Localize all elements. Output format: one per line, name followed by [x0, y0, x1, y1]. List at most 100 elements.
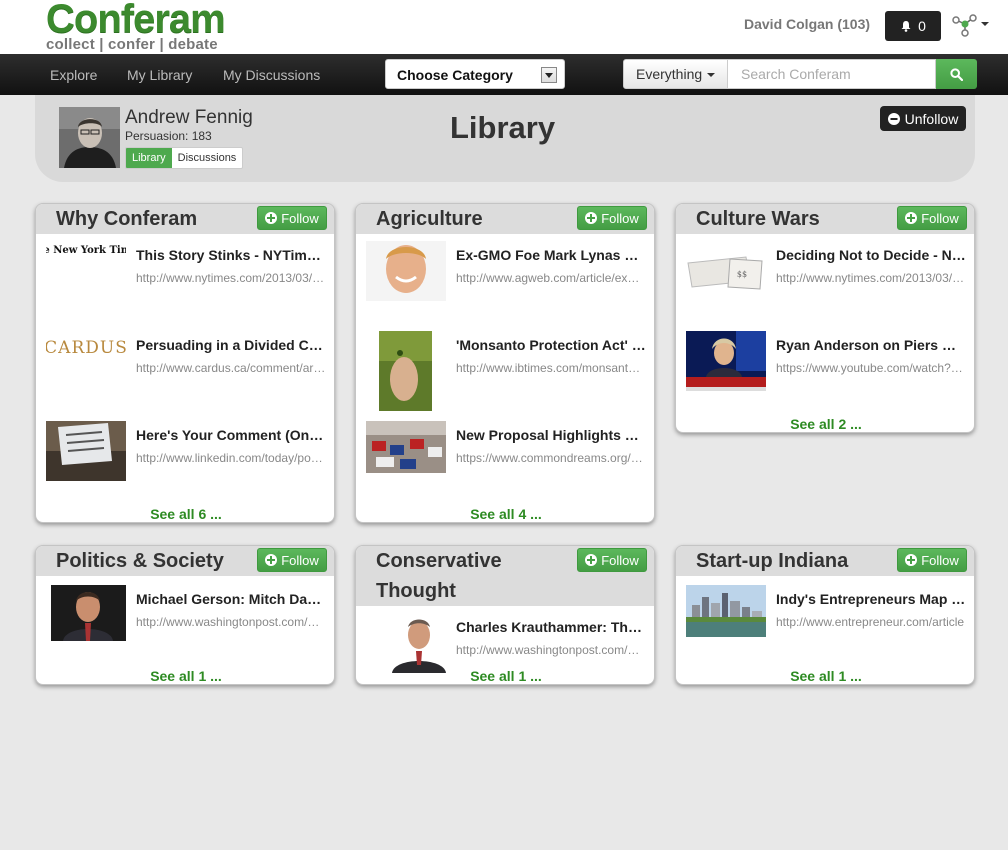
- see-all-link[interactable]: See all 2 ...: [676, 416, 974, 432]
- list-item[interactable]: Indy's Entrepreneurs Map the City http:/…: [686, 585, 966, 645]
- tab-discussions[interactable]: Discussions: [171, 148, 243, 168]
- follow-button[interactable]: Follow: [577, 548, 647, 572]
- main-nav: Explore My Library My Discussions Choose…: [0, 54, 1008, 95]
- thumbnail-image: [386, 613, 451, 673]
- card-title[interactable]: Conservative Thought: [376, 546, 574, 606]
- network-menu-icon[interactable]: [950, 12, 990, 38]
- thumbnail-image: [46, 421, 126, 481]
- see-all-link[interactable]: See all 1 ...: [36, 668, 334, 684]
- list-item[interactable]: CARDUS Persuading in a Divided Culture h…: [46, 331, 326, 391]
- list-item[interactable]: New Proposal Highlights Food Safety http…: [366, 421, 646, 481]
- follow-button[interactable]: Follow: [257, 548, 327, 572]
- category-card-culture-wars: Culture Wars Follow $$ Deciding Not to D…: [675, 203, 975, 433]
- item-url[interactable]: http://www.cardus.ca/comment/article: [136, 361, 326, 375]
- item-title[interactable]: Indy's Entrepreneurs Map the City: [776, 591, 966, 607]
- thumbnail-image: [366, 241, 446, 301]
- unfollow-label: Unfollow: [904, 110, 959, 127]
- see-all-link[interactable]: See all 4 ...: [356, 506, 654, 522]
- item-url[interactable]: http://www.nytimes.com/2013/03/27/opinio…: [776, 271, 966, 285]
- card-title[interactable]: Politics & Society: [56, 546, 254, 576]
- plus-circle-icon: [265, 554, 278, 566]
- follow-label: Follow: [281, 552, 319, 568]
- item-url[interactable]: http://www.washingtonpost.com/opinions: [456, 643, 646, 657]
- item-title[interactable]: New Proposal Highlights Food Safety: [456, 427, 646, 443]
- item-title[interactable]: This Story Stinks - NYTimes.com: [136, 247, 326, 263]
- item-title[interactable]: Persuading in a Divided Culture: [136, 337, 326, 353]
- thumbnail-image: [686, 585, 766, 637]
- card-title[interactable]: Start-up Indiana: [696, 546, 894, 576]
- caret-down-icon: [707, 73, 716, 78]
- item-title[interactable]: Deciding Not to Decide - NYTimes.com: [776, 247, 966, 263]
- item-title[interactable]: Ryan Anderson on Piers Morgan: [776, 337, 966, 353]
- item-url[interactable]: https://www.youtube.com/watch?v=example: [776, 361, 966, 375]
- top-header: Conferam collect | confer | debate David…: [0, 0, 1008, 54]
- thumbnail-image: The New York Times: [46, 241, 126, 301]
- item-url[interactable]: http://www.linkedin.com/today/post/artic…: [136, 451, 326, 465]
- card-header: Why Conferam Follow: [36, 204, 334, 234]
- user-name-link[interactable]: David Colgan (103): [744, 16, 870, 32]
- list-item[interactable]: Ryan Anderson on Piers Morgan https://ww…: [686, 331, 966, 391]
- list-item[interactable]: The New York Times This Story Stinks - N…: [46, 241, 326, 301]
- list-item[interactable]: $$ Deciding Not to Decide - NYTimes.com …: [686, 241, 966, 301]
- card-header: Conservative Thought Follow: [356, 546, 654, 606]
- unfollow-button[interactable]: Unfollow: [880, 106, 966, 131]
- item-title[interactable]: Here's Your Comment (On Trial): [136, 427, 326, 443]
- follow-button[interactable]: Follow: [897, 206, 967, 230]
- tab-library[interactable]: Library: [126, 148, 172, 168]
- list-item[interactable]: Here's Your Comment (On Trial) http://ww…: [46, 421, 326, 481]
- thumbnail-image: $$: [686, 241, 766, 301]
- item-url[interactable]: http://www.washingtonpost.com/opinions: [136, 615, 326, 629]
- page-title: Library: [450, 110, 556, 145]
- item-title[interactable]: Michael Gerson: Mitch Daniels on: [136, 591, 326, 607]
- follow-button[interactable]: Follow: [897, 548, 967, 572]
- search-icon: [950, 67, 963, 81]
- search-scope-dropdown[interactable]: Everything: [623, 59, 728, 89]
- nav-my-library[interactable]: My Library: [127, 67, 192, 83]
- persuasion-score: Persuasion: 183: [125, 129, 212, 143]
- bell-icon: [901, 21, 911, 32]
- thumbnail-image: [686, 331, 766, 391]
- card-header: Agriculture Follow: [356, 204, 654, 234]
- item-url[interactable]: http://www.agweb.com/article/ex_gmo_foe: [456, 271, 646, 285]
- item-title[interactable]: 'Monsanto Protection Act' Explained: [456, 337, 646, 353]
- item-url[interactable]: http://www.nytimes.com/2013/03/03/opinio…: [136, 271, 326, 285]
- search-button[interactable]: [936, 59, 977, 89]
- cardus-logo-text: CARDUS: [46, 338, 126, 358]
- category-card-why-conferam: Why Conferam Follow The New York Times T…: [35, 203, 335, 523]
- notifications-button[interactable]: 0: [885, 11, 941, 41]
- avatar[interactable]: [59, 107, 120, 168]
- search-scope-label: Everything: [636, 66, 703, 82]
- search-input[interactable]: [728, 59, 936, 89]
- category-card-politics-society: Politics & Society Follow Michael Gerson…: [35, 545, 335, 685]
- see-all-link[interactable]: See all 6 ...: [36, 506, 334, 522]
- logo[interactable]: Conferam collect | confer | debate: [46, 0, 226, 53]
- follow-button[interactable]: Follow: [257, 206, 327, 230]
- card-header: Start-up Indiana Follow: [676, 546, 974, 576]
- item-title[interactable]: Charles Krauthammer: The Church: [456, 619, 646, 635]
- nyt-logo-text: The New York Times: [46, 245, 126, 256]
- follow-label: Follow: [601, 210, 639, 226]
- card-title[interactable]: Agriculture: [376, 204, 574, 234]
- item-title[interactable]: Ex-GMO Foe Mark Lynas Speaks: [456, 247, 646, 263]
- card-title[interactable]: Culture Wars: [696, 204, 894, 234]
- plus-circle-icon: [905, 212, 918, 224]
- item-url[interactable]: http://www.ibtimes.com/monsanto-protecti…: [456, 361, 646, 375]
- item-url[interactable]: http://www.entrepreneur.com/article: [776, 615, 966, 629]
- see-all-link[interactable]: See all 1 ...: [676, 668, 974, 684]
- nav-explore[interactable]: Explore: [50, 67, 97, 83]
- list-item[interactable]: Charles Krauthammer: The Church http://w…: [366, 613, 646, 673]
- profile-name[interactable]: Andrew Fennig: [125, 107, 253, 129]
- card-title[interactable]: Why Conferam: [56, 204, 254, 234]
- list-item[interactable]: Michael Gerson: Mitch Daniels on http://…: [46, 585, 326, 645]
- nav-my-discussions[interactable]: My Discussions: [223, 67, 320, 83]
- card-header: Politics & Society Follow: [36, 546, 334, 576]
- item-url[interactable]: https://www.commondreams.org/headline: [456, 451, 646, 465]
- follow-button[interactable]: Follow: [577, 206, 647, 230]
- list-item[interactable]: 'Monsanto Protection Act' Explained http…: [366, 331, 646, 411]
- follow-label: Follow: [281, 210, 319, 226]
- category-select[interactable]: Choose Category: [385, 59, 565, 89]
- see-all-link[interactable]: See all 1 ...: [356, 668, 654, 684]
- follow-label: Follow: [601, 552, 639, 568]
- svg-text:$$: $$: [737, 270, 747, 279]
- list-item[interactable]: Ex-GMO Foe Mark Lynas Speaks http://www.…: [366, 241, 646, 301]
